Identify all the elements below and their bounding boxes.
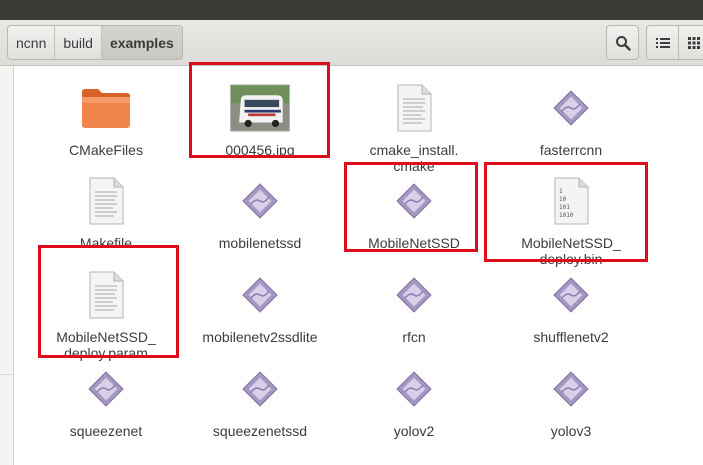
file-item-MobileNetSSD[interactable]: MobileNetSSD bbox=[344, 171, 484, 251]
text-file-icon bbox=[76, 171, 136, 231]
file-item-shufflenetv2[interactable]: shufflenetv2 bbox=[501, 265, 641, 345]
sidebar bbox=[0, 66, 14, 465]
file-label: Makefile bbox=[79, 235, 133, 251]
file-label: cmake_install. cmake bbox=[369, 142, 459, 174]
file-label: squeezenet bbox=[69, 423, 143, 439]
file-label: rfcn bbox=[402, 329, 426, 345]
file-item-000456-jpg[interactable]: 000456.jpg bbox=[190, 78, 330, 158]
binary-digits: 1 bbox=[559, 188, 563, 195]
grid-view-button[interactable] bbox=[679, 25, 703, 60]
file-item-mobilenetssd-deploy-param[interactable]: MobileNetSSD_ deploy.param bbox=[36, 265, 176, 361]
executable-icon bbox=[230, 265, 290, 325]
text-file-icon bbox=[384, 78, 444, 138]
file-item-yolov2[interactable]: yolov2 bbox=[344, 359, 484, 439]
file-grid: CMakeFiles 000456.jpg cmake_install. cma… bbox=[14, 66, 703, 465]
breadcrumb-item-ncnn[interactable]: ncnn bbox=[8, 26, 56, 59]
list-view-button[interactable] bbox=[646, 25, 679, 60]
binary-file-icon: 1 10 101 1010 bbox=[541, 171, 601, 231]
executable-icon bbox=[384, 265, 444, 325]
file-item-squeezenet[interactable]: squeezenet bbox=[36, 359, 176, 439]
file-item-makefile[interactable]: Makefile bbox=[36, 171, 176, 251]
executable-icon bbox=[541, 265, 601, 325]
file-label: fasterrcnn bbox=[539, 142, 603, 158]
file-label: MobileNetSSD_ deploy.bin bbox=[521, 235, 621, 267]
file-label: shufflenetv2 bbox=[533, 329, 609, 345]
text-file-icon bbox=[76, 265, 136, 325]
file-item-cmakefiles[interactable]: CMakeFiles bbox=[36, 78, 176, 158]
file-item-rfcn[interactable]: rfcn bbox=[344, 265, 484, 345]
file-item-yolov3[interactable]: yolov3 bbox=[501, 359, 641, 439]
executable-icon bbox=[230, 171, 290, 231]
file-item-cmake-install-cmake[interactable]: cmake_install. cmake bbox=[344, 78, 484, 174]
binary-digits: 1010 bbox=[559, 212, 574, 219]
breadcrumb-item-examples[interactable]: examples bbox=[101, 26, 182, 59]
grid-view-icon bbox=[687, 36, 700, 49]
list-view-icon bbox=[655, 37, 670, 48]
file-item-mobilenetssd-deploy-bin[interactable]: 1 10 101 1010 MobileNetSSD_ deploy.bin bbox=[501, 171, 641, 267]
file-label: MobileNetSSD_ deploy.param bbox=[56, 329, 156, 361]
binary-digits: 10 bbox=[559, 196, 567, 203]
file-item-mobilenetssd[interactable]: mobilenetssd bbox=[190, 171, 330, 251]
file-label: squeezenetssd bbox=[212, 423, 308, 439]
folder-icon bbox=[76, 78, 136, 138]
file-label: yolov2 bbox=[393, 423, 435, 439]
executable-icon bbox=[541, 78, 601, 138]
breadcrumb: ncnn build examples bbox=[7, 25, 183, 60]
header-bar: ncnn build examples bbox=[0, 0, 703, 66]
sidebar-separator bbox=[0, 374, 14, 375]
file-label: yolov3 bbox=[550, 423, 592, 439]
executable-icon bbox=[76, 359, 136, 419]
file-item-squeezenetssd[interactable]: squeezenetssd bbox=[190, 359, 330, 439]
executable-icon bbox=[384, 359, 444, 419]
file-label: CMakeFiles bbox=[69, 142, 143, 158]
image-thumbnail bbox=[230, 78, 290, 138]
file-label: mobilenetssd bbox=[218, 235, 302, 251]
file-label: MobileNetSSD bbox=[368, 235, 460, 251]
file-label: mobilenetv2ssdlite bbox=[202, 329, 318, 345]
file-label: 000456.jpg bbox=[225, 142, 295, 158]
executable-icon bbox=[230, 359, 290, 419]
breadcrumb-item-build[interactable]: build bbox=[55, 26, 102, 59]
file-item-mobilenetv2ssdlite[interactable]: mobilenetv2ssdlite bbox=[190, 265, 330, 345]
executable-icon bbox=[384, 171, 444, 231]
search-button[interactable] bbox=[606, 25, 639, 60]
file-item-fasterrcnn[interactable]: fasterrcnn bbox=[501, 78, 641, 158]
binary-digits: 101 bbox=[559, 204, 570, 211]
search-icon bbox=[615, 35, 631, 51]
executable-icon bbox=[541, 359, 601, 419]
